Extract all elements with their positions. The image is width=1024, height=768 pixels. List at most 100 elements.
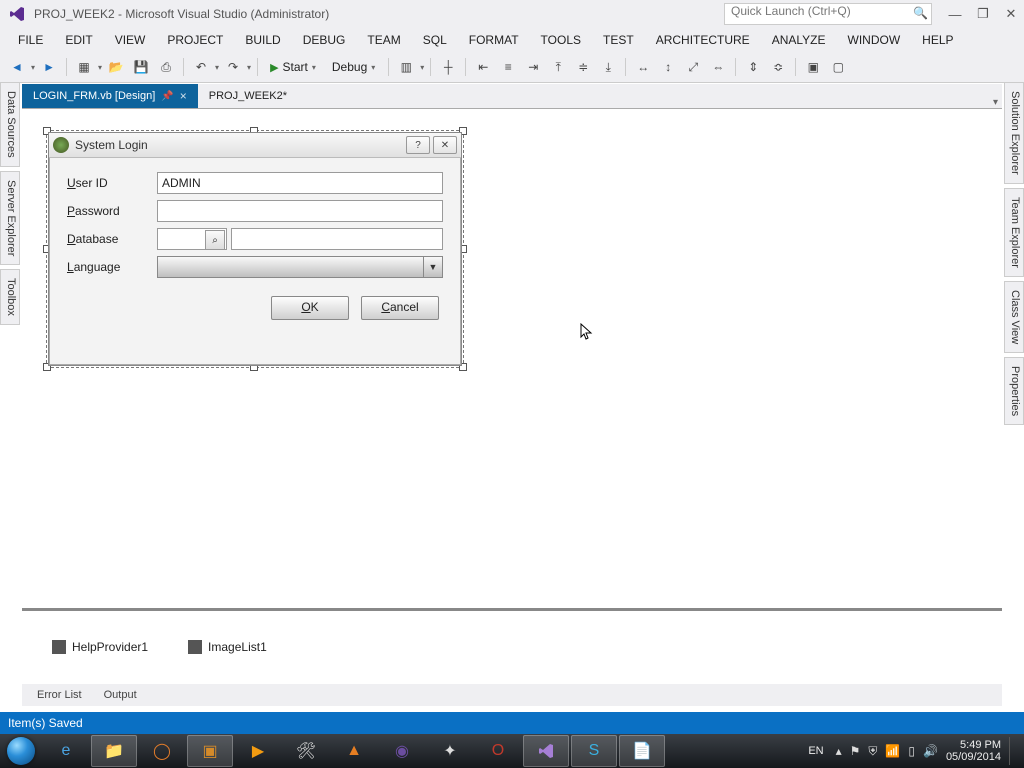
tray-shield-icon[interactable]: ⛨ — [868, 744, 877, 759]
menu-analyze[interactable]: ANALYZE — [762, 31, 836, 49]
minimize-button[interactable]: — — [942, 4, 968, 24]
menu-sql[interactable]: SQL — [413, 31, 457, 49]
solution-config-dropdown[interactable]: Debug▾ — [325, 55, 382, 79]
database-code-input[interactable]: ⌕ — [157, 228, 227, 250]
start-button-win[interactable] — [0, 734, 42, 768]
team-explorer-tab[interactable]: Team Explorer — [1004, 188, 1024, 277]
tab-overflow-icon[interactable]: ▾ — [993, 97, 998, 108]
error-list-tab[interactable]: Error List — [28, 686, 91, 704]
undo-dd[interactable]: ▾ — [215, 63, 219, 72]
close-button[interactable]: ✕ — [998, 4, 1024, 24]
nav-back-button[interactable]: ◄ — [6, 56, 28, 78]
language-indicator[interactable]: EN — [804, 743, 827, 759]
tray-up-icon[interactable]: ▴ — [836, 744, 842, 758]
menu-architecture[interactable]: ARCHITECTURE — [646, 31, 760, 49]
menu-debug[interactable]: DEBUG — [293, 31, 356, 49]
taskbar-skype[interactable]: S — [571, 735, 617, 767]
cancel-button[interactable]: Cancel — [361, 296, 439, 320]
taskbar-app1[interactable]: ✦ — [427, 735, 473, 767]
send-back-icon[interactable]: ▢ — [827, 56, 849, 78]
menu-help[interactable]: HELP — [912, 31, 963, 49]
menu-format[interactable]: FORMAT — [459, 31, 529, 49]
tray-network-icon[interactable]: 📶 — [885, 744, 900, 758]
save-all-button[interactable]: ⎙ — [155, 56, 177, 78]
size-width-icon[interactable]: ↔ — [632, 56, 654, 78]
menu-view[interactable]: VIEW — [105, 31, 156, 49]
new-project-dd[interactable]: ▾ — [98, 63, 102, 72]
align-top-icon[interactable]: ⤒ — [547, 56, 569, 78]
quick-launch-input[interactable]: Quick Launch (Ctrl+Q) 🔍 — [724, 3, 932, 25]
data-sources-tab[interactable]: Data Sources — [0, 82, 20, 167]
pin-icon[interactable]: 📌 — [161, 91, 173, 102]
tray-flag-icon[interactable]: ⚑ — [850, 744, 861, 758]
tab-login-frm-design[interactable]: LOGIN_FRM.vb [Design] 📌 × — [22, 84, 198, 108]
taskbar-clock[interactable]: 5:49 PM 05/09/2014 — [946, 739, 1001, 763]
bring-front-icon[interactable]: ▣ — [802, 56, 824, 78]
helpprovider-component[interactable]: HelpProvider1 — [52, 631, 148, 662]
align-center-icon[interactable]: ≡ — [497, 56, 519, 78]
align-middle-icon[interactable]: ≑ — [572, 56, 594, 78]
vspace-icon[interactable]: ⇕ — [742, 56, 764, 78]
form-help-button[interactable]: ? — [406, 136, 430, 154]
menu-file[interactable]: FILE — [8, 31, 53, 49]
imagelist-component[interactable]: ImageList1 — [188, 631, 267, 662]
form-designer-surface[interactable]: System Login ? ✕ User ID ADMIN Password — [22, 108, 1002, 706]
tray-battery-icon[interactable]: ▯ — [908, 744, 915, 758]
menu-team[interactable]: TEAM — [357, 31, 410, 49]
size-both-icon[interactable]: ⤢ — [682, 56, 704, 78]
menu-edit[interactable]: EDIT — [55, 31, 102, 49]
taskbar-ie[interactable]: e — [43, 735, 89, 767]
save-button[interactable]: 💾 — [130, 56, 152, 78]
ok-button[interactable]: OK — [271, 296, 349, 320]
align-bottom-icon[interactable]: ⤓ — [597, 56, 619, 78]
menu-build[interactable]: BUILD — [235, 31, 290, 49]
properties-tab[interactable]: Properties — [1004, 357, 1024, 425]
database-browse-button[interactable]: ⌕ — [205, 230, 225, 250]
taskbar-mediaplayer[interactable]: ▶ — [235, 735, 281, 767]
restore-button[interactable]: ❐ — [970, 4, 996, 24]
redo-button[interactable]: ↷ — [222, 56, 244, 78]
taskbar-eclipse[interactable]: ◉ — [379, 735, 425, 767]
center-h-icon[interactable]: ≎ — [767, 56, 789, 78]
align-right-icon[interactable]: ⇥ — [522, 56, 544, 78]
taskbar-notepad[interactable]: 📄 — [619, 735, 665, 767]
login-form-window[interactable]: System Login ? ✕ User ID ADMIN Password — [48, 132, 462, 366]
user-id-input[interactable]: ADMIN — [157, 172, 443, 194]
toolbox-tab[interactable]: Toolbox — [0, 269, 20, 325]
taskbar-explorer[interactable]: 📁 — [91, 735, 137, 767]
tab-proj-week2[interactable]: PROJ_WEEK2* — [198, 84, 298, 108]
password-input[interactable] — [157, 200, 443, 222]
align-grid-icon[interactable]: ┼ — [437, 56, 459, 78]
taskbar-tool1[interactable]: 🛠 — [283, 735, 329, 767]
open-file-button[interactable]: 📂 — [105, 56, 127, 78]
undo-button[interactable]: ↶ — [190, 56, 212, 78]
nav-forward-button[interactable]: ► — [38, 56, 60, 78]
database-name-input[interactable] — [231, 228, 443, 250]
redo-dd[interactable]: ▾ — [247, 63, 251, 72]
taskbar-opera[interactable]: O — [475, 735, 521, 767]
menu-project[interactable]: PROJECT — [157, 31, 233, 49]
layout-dd[interactable]: ▾ — [420, 63, 424, 72]
taskbar-firefox[interactable]: ◯ — [139, 735, 185, 767]
show-desktop-button[interactable] — [1009, 737, 1018, 765]
chevron-down-icon[interactable]: ▼ — [423, 257, 442, 277]
tray-volume-icon[interactable]: 🔊 — [923, 744, 938, 758]
class-view-tab[interactable]: Class View — [1004, 281, 1024, 353]
form-close-button[interactable]: ✕ — [433, 136, 457, 154]
taskbar-visualstudio[interactable] — [523, 735, 569, 767]
menu-test[interactable]: TEST — [593, 31, 644, 49]
menu-window[interactable]: WINDOW — [838, 31, 911, 49]
new-project-button[interactable]: ▦ — [73, 56, 95, 78]
size-height-icon[interactable]: ↕ — [657, 56, 679, 78]
layout-tool-icon[interactable]: ▥ — [395, 56, 417, 78]
taskbar-vlc[interactable]: ▲ — [331, 735, 377, 767]
solution-explorer-tab[interactable]: Solution Explorer — [1004, 82, 1024, 184]
component-tray[interactable]: HelpProvider1 ImageList1 — [22, 611, 1002, 682]
language-combobox[interactable]: ▼ — [157, 256, 443, 278]
output-tab[interactable]: Output — [95, 686, 146, 704]
tab-close-icon[interactable]: × — [180, 89, 187, 103]
start-button[interactable]: ▶Start▾ — [264, 56, 322, 78]
server-explorer-tab[interactable]: Server Explorer — [0, 171, 20, 265]
menu-tools[interactable]: TOOLS — [531, 31, 591, 49]
nav-back-dd[interactable]: ▾ — [31, 63, 35, 72]
